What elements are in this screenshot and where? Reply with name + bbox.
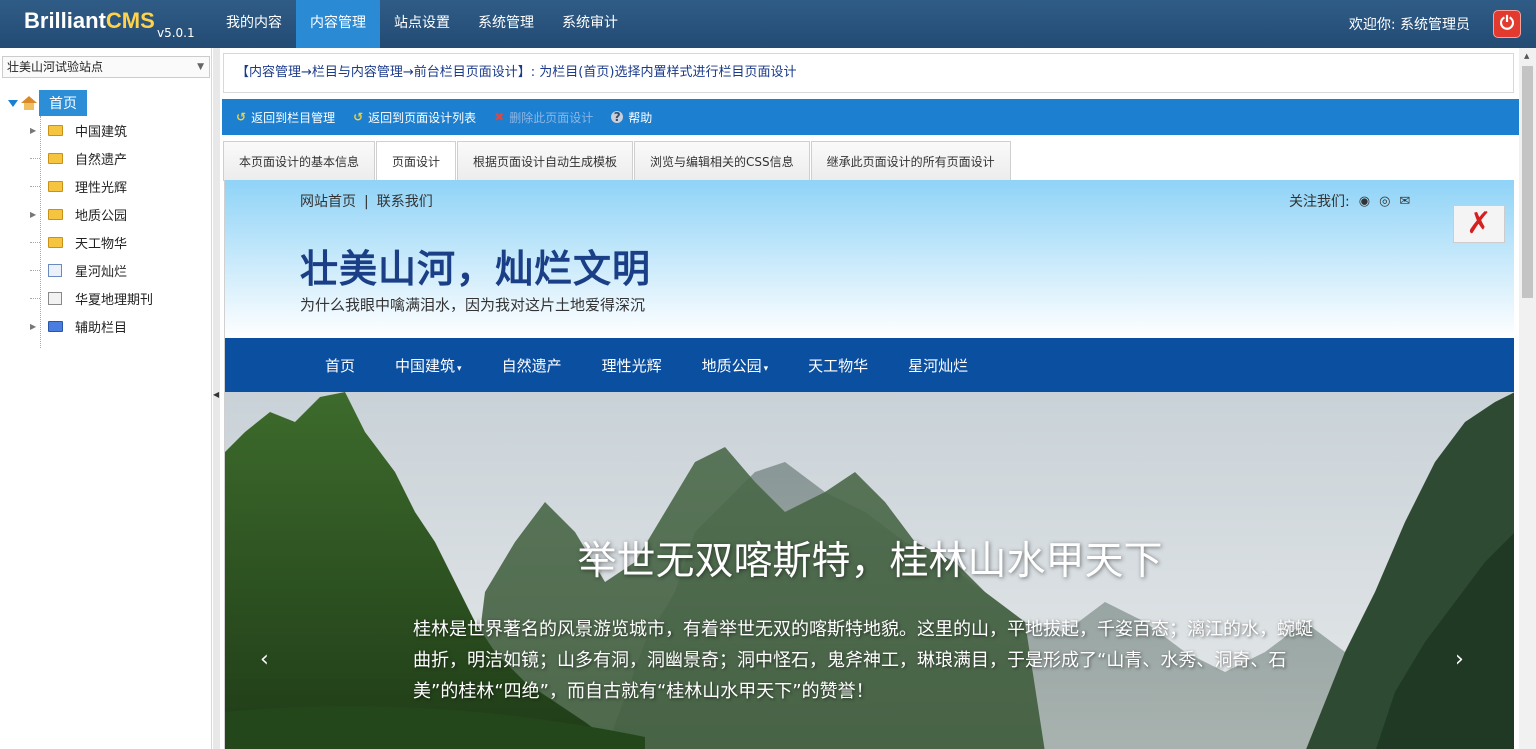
close-preview-button[interactable]: ✗ [1453, 205, 1505, 243]
page-preview: 网站首页 | 联系我们 关注我们: ◉ ◎ ✉ 壮美山河，灿烂文明 为什么我眼中噙满… [224, 180, 1514, 749]
site-nav-tiangong[interactable]: 天工物华 [808, 355, 868, 376]
tab-basic-info[interactable]: 本页面设计的基本信息 [223, 141, 376, 181]
welcome-text: 欢迎你: 系统管理员 [1348, 17, 1470, 33]
action-toolbar: ↺ 返回到栏目管理 ↺ 返回到页面设计列表 ✖ 删除此页面设计 ? 帮助 [222, 99, 1519, 135]
return-arrow-icon: ↺ [236, 110, 247, 124]
collapse-arrow-icon: ◀ [213, 390, 220, 399]
tree-root-label[interactable]: 首页 [39, 90, 87, 116]
site-select[interactable]: 壮美山河试验站点 ▼ [2, 56, 210, 78]
site-top-links: 网站首页 | 联系我们 [300, 194, 433, 210]
expander-icon[interactable]: ▶ [30, 322, 40, 331]
tree-item-dizhi-gongyuan[interactable]: ▶ 地质公园 [30, 204, 127, 224]
breadcrumb: 【内容管理→栏目与内容管理→前台栏目页面设计】: 为栏目(首页)选择内置样式进行… [223, 53, 1514, 93]
design-tabs: 本页面设计的基本信息 页面设计 根据页面设计自动生成模板 浏览与编辑相关的CSS… [223, 141, 1012, 181]
page-icon [48, 263, 62, 277]
weibo-icon[interactable]: ◉ [1359, 194, 1370, 209]
folder-blue-icon [48, 320, 63, 332]
tab-css-info[interactable]: 浏览与编辑相关的CSS信息 [634, 141, 810, 181]
folder-icon [48, 180, 63, 192]
app-logo: BrilliantCMS [24, 8, 155, 33]
home-icon [21, 96, 37, 110]
wechat-icon[interactable]: ◎ [1379, 194, 1390, 209]
journal-icon [48, 291, 62, 305]
site-nav-galaxy[interactable]: 星河灿烂 [908, 355, 968, 376]
sidebar: 壮美山河试验站点 ▼ 首页 ▶ 中国建筑 自然遗产 理性光辉 ▶ 地质公园 天工… [0, 48, 212, 749]
mail-icon[interactable]: ✉ [1399, 194, 1410, 209]
topnav-my-content[interactable]: 我的内容 [212, 0, 296, 48]
tree-item-tiangong-wuhua[interactable]: 天工物华 [30, 232, 127, 252]
tab-inherited-designs[interactable]: 继承此页面设计的所有页面设计 [810, 141, 1011, 181]
site-nav-rational-glory[interactable]: 理性光辉 [602, 355, 662, 376]
site-nav-home[interactable]: 首页 [325, 355, 355, 376]
hero-carousel: 举世无双喀斯特，桂林山水甲天下 桂林是世界著名的风景游览城市，有着举世无双的喀斯… [225, 392, 1514, 749]
tree-item-zhongguo-jianzhu[interactable]: ▶ 中国建筑 [30, 120, 127, 140]
hero-title: 举世无双喀斯特，桂林山水甲天下 [577, 539, 1163, 584]
sidebar-collapse-handle[interactable]: ◀ [213, 48, 220, 749]
help-button[interactable]: ? 帮助 [611, 109, 652, 126]
site-subtitle: 为什么我眼中噙满泪水，因为我对这片土地爱得深沉 [300, 296, 646, 314]
main-scrollbar[interactable]: ▲ [1519, 48, 1536, 749]
close-icon: ✗ [1466, 206, 1492, 241]
site-nav-natural-heritage[interactable]: 自然遗产 [502, 355, 562, 376]
app-version: v5.0.1 [157, 26, 195, 40]
folder-icon [48, 208, 63, 220]
folder-icon [48, 152, 63, 164]
site-nav: 首页 中国建筑 ▾ 自然遗产 理性光辉 地质公园 ▾ 天工物华 星河灿烂 [225, 338, 1514, 392]
expander-icon[interactable]: ▶ [30, 126, 40, 135]
carousel-next-button[interactable]: › [1455, 647, 1464, 672]
expander-icon[interactable]: ▶ [30, 210, 40, 219]
tree-item-huaxia-dili[interactable]: 华夏地理期刊 [30, 288, 153, 308]
site-header: 网站首页 | 联系我们 关注我们: ◉ ◎ ✉ 壮美山河，灿烂文明 为什么我眼中噙满… [225, 180, 1514, 338]
top-nav: 我的内容 内容管理 站点设置 系统管理 系统审计 [212, 0, 632, 48]
folder-icon [48, 236, 63, 248]
site-nav-architecture[interactable]: 中国建筑 ▾ [395, 355, 462, 376]
tab-page-design[interactable]: 页面设计 [376, 141, 457, 181]
scroll-up-icon[interactable]: ▲ [1524, 52, 1529, 60]
return-arrow-icon: ↺ [353, 110, 364, 124]
hero-text: 桂林是世界著名的风景游览城市，有着举世无双的喀斯特地貌。这里的山，平地拔起，千姿… [413, 619, 1313, 702]
chevron-down-icon: ▼ [197, 62, 204, 72]
tree-item-lixing-guanghui[interactable]: 理性光辉 [30, 176, 127, 196]
site-title: 壮美山河，灿烂文明 [300, 247, 652, 291]
topnav-content-management[interactable]: 内容管理 [296, 0, 380, 48]
power-icon: ⏻ [1499, 13, 1515, 34]
help-icon: ? [611, 111, 624, 123]
expand-triangle-icon[interactable] [8, 99, 18, 107]
site-nav-geopark[interactable]: 地质公园 ▾ [702, 355, 769, 376]
tree-root-home[interactable]: 首页 [8, 89, 87, 117]
delete-x-icon: ✖ [494, 110, 505, 124]
back-to-list-button[interactable]: ↺ 返回到页面设计列表 [353, 109, 476, 126]
follow-us: 关注我们: ◉ ◎ ✉ [1289, 193, 1411, 211]
back-to-column-button[interactable]: ↺ 返回到栏目管理 [236, 109, 335, 126]
topnav-site-settings[interactable]: 站点设置 [380, 0, 464, 48]
top-header: BrilliantCMS v5.0.1 我的内容 内容管理 站点设置 系统管理 … [0, 0, 1536, 48]
link-contact[interactable]: 联系我们 [377, 194, 433, 210]
scrollbar-thumb[interactable] [1522, 66, 1533, 298]
topnav-system-audit[interactable]: 系统审计 [548, 0, 632, 48]
tree-item-ziran-yichan[interactable]: 自然遗产 [30, 148, 127, 168]
topnav-system-management[interactable]: 系统管理 [464, 0, 548, 48]
folder-icon [48, 124, 63, 136]
tab-generate-template[interactable]: 根据页面设计自动生成模板 [457, 141, 634, 181]
link-site-home[interactable]: 网站首页 [300, 194, 356, 210]
logout-button[interactable]: ⏻ [1493, 10, 1521, 38]
tree-item-xinghe-canlan[interactable]: 星河灿烂 [30, 260, 127, 280]
carousel-prev-button[interactable]: ‹ [260, 647, 269, 672]
delete-design-button[interactable]: ✖ 删除此页面设计 [494, 109, 593, 126]
tree-item-fuzhu-lanmu[interactable]: ▶ 辅助栏目 [30, 316, 127, 336]
main-panel: 【内容管理→栏目与内容管理→前台栏目页面设计】: 为栏目(首页)选择内置样式进行… [222, 48, 1519, 749]
